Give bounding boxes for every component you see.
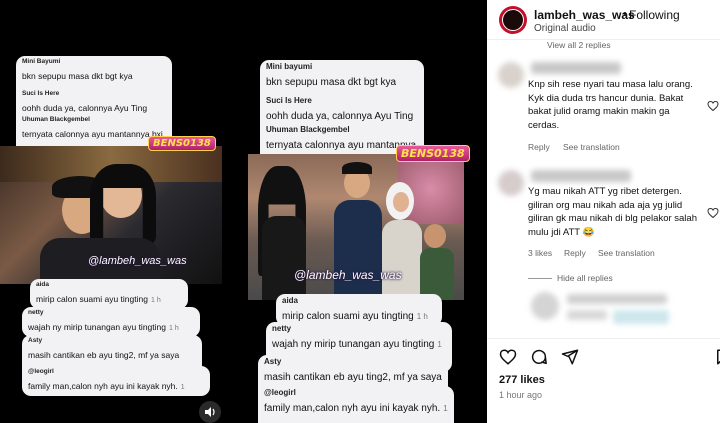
clothing	[382, 220, 422, 300]
clothing	[420, 248, 454, 300]
likes-count[interactable]: 3 likes	[528, 248, 552, 258]
brand-badge: BENS0138	[148, 136, 216, 151]
comment-text: Yg mau nikah ATT yg ribet detergen. gili…	[528, 186, 697, 238]
following-button[interactable]: Following	[629, 8, 680, 22]
see-translation-button[interactable]: See translation	[598, 248, 655, 258]
comment-bubble: aida mirip calon suami ayu tingting 1 h	[276, 294, 442, 326]
reply-content	[613, 310, 669, 324]
audio-link[interactable]: Original audio	[534, 23, 596, 34]
divider	[487, 338, 720, 339]
avatar[interactable]	[499, 6, 527, 34]
brand-badge: BENS0138	[396, 145, 470, 162]
heart-icon[interactable]	[707, 207, 719, 219]
view-replies-link[interactable]: View all 2 replies	[547, 40, 611, 49]
reply-button[interactable]: Reply	[564, 248, 586, 258]
watermark: @lambeh_was_was	[88, 255, 187, 267]
comment-text: Knp sih rese nyari tau masa lalu orang. …	[528, 79, 693, 131]
post-sidebar: lambeh_was_was • Following Original audi…	[487, 0, 720, 423]
clothing	[262, 216, 306, 300]
bookmark-icon[interactable]	[714, 348, 720, 366]
commenter-username[interactable]	[531, 62, 621, 74]
like-button[interactable]	[499, 348, 517, 366]
hide-replies-button[interactable]: Hide all replies	[557, 273, 613, 283]
commenter-username[interactable]	[531, 170, 631, 182]
comment-bubble: @leogirl family man,calon nyh ayu ini ka…	[258, 386, 454, 423]
post-header: lambeh_was_was • Following Original audi…	[487, 0, 720, 40]
commenter-avatar[interactable]	[531, 292, 559, 320]
person-face	[393, 192, 409, 212]
reply-button[interactable]: Reply	[528, 142, 550, 152]
post-media[interactable]: Mini Bayumi bkn sepupu masa dkt bgt kya …	[0, 0, 487, 423]
reply-content	[567, 310, 607, 320]
commenter-avatar[interactable]	[498, 170, 524, 196]
reply-content	[567, 294, 667, 304]
mute-button[interactable]	[199, 401, 221, 423]
person-face	[424, 224, 446, 248]
likes-count[interactable]: 277 likes	[499, 374, 545, 386]
comment-bubble: @leogirl family man,calon nyh ayu ini ka…	[22, 366, 210, 396]
watermark: @lambeh_was_was	[294, 268, 402, 282]
commenter-avatar[interactable]	[498, 62, 524, 88]
post-timestamp: 1 hour ago	[499, 390, 543, 400]
clothing	[334, 200, 382, 300]
person-hair	[342, 162, 372, 174]
divider	[528, 278, 552, 279]
username-link[interactable]: lambeh_was_was	[534, 8, 635, 22]
heart-icon[interactable]	[707, 100, 719, 112]
share-icon[interactable]	[561, 348, 579, 366]
separator-dot: •	[623, 8, 627, 20]
comment-bubble: netty wajah ny mirip tunangan ayu tingti…	[22, 307, 200, 337]
comment-icon[interactable]	[530, 348, 548, 366]
speaker-icon	[205, 407, 215, 417]
comment-bubble: aida mirip calon suami ayu tingting 1 h	[30, 279, 188, 309]
see-translation-button[interactable]: See translation	[563, 142, 620, 152]
